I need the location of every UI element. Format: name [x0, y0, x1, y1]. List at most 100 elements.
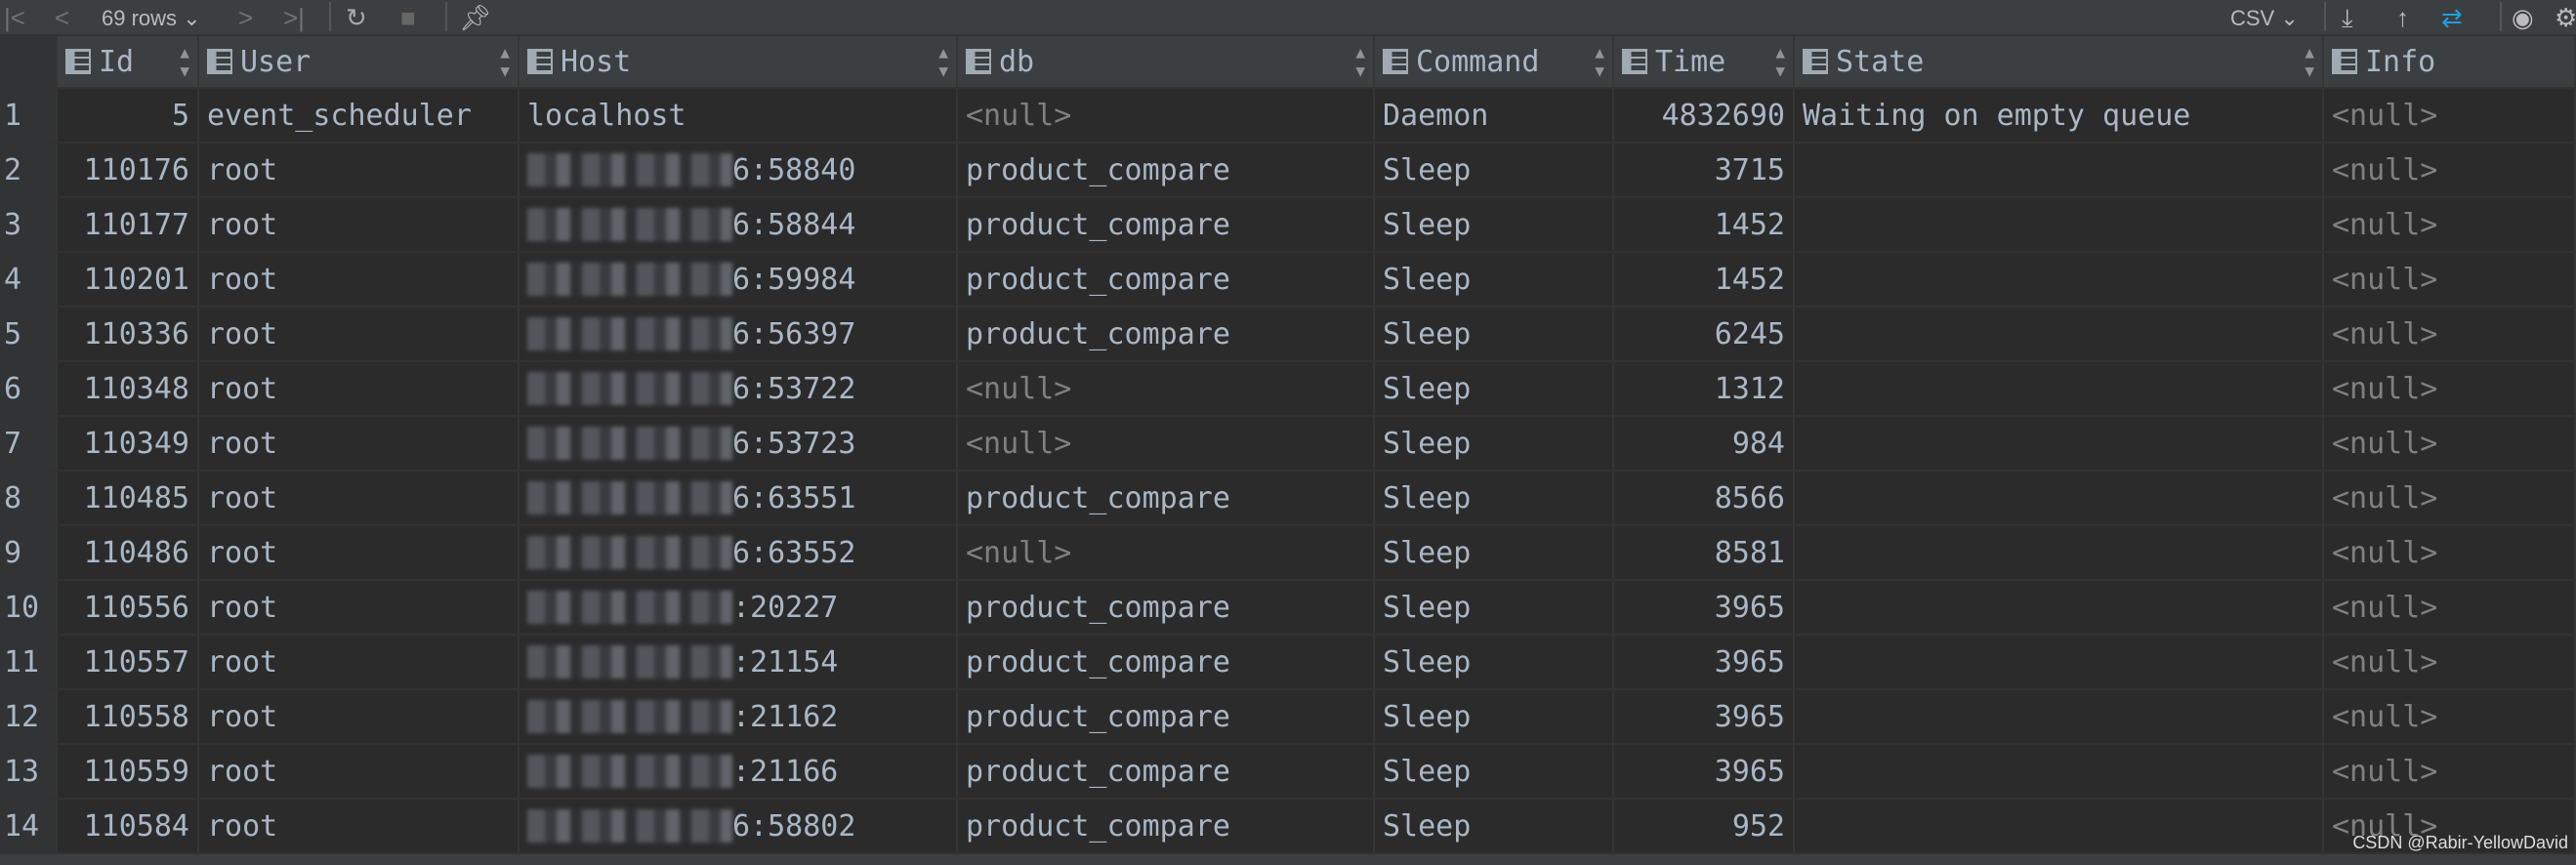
sort-icon[interactable]: ▲ ▼ [1595, 43, 1604, 80]
table-cell[interactable]: :21154 [519, 636, 958, 688]
table-cell[interactable]: root [199, 362, 519, 415]
table-cell[interactable]: 110556 [58, 581, 199, 634]
table-cell[interactable]: product_compare [958, 308, 1375, 360]
table-cell[interactable]: 6:63552 [519, 526, 958, 579]
prev-page-icon[interactable]: < [55, 0, 69, 36]
table-cell[interactable]: root [199, 144, 519, 196]
table-cell[interactable]: root [199, 308, 519, 360]
table-cell[interactable]: <null> [958, 362, 1375, 415]
table-cell[interactable]: product_compare [958, 253, 1375, 306]
table-row[interactable]: 14 110584 root 6:58802 product_compare Sleep 9… [0, 800, 2576, 854]
table-cell[interactable] [1795, 636, 2324, 688]
table-cell[interactable]: 6:58844 [519, 198, 958, 251]
pin-icon[interactable]: 📌︎ [459, 0, 491, 36]
table-cell[interactable]: 6:59984 [519, 253, 958, 306]
table-cell[interactable]: 6:58840 [519, 144, 958, 196]
table-cell[interactable]: 6:63551 [519, 472, 958, 524]
table-cell[interactable]: <null> [2324, 636, 2576, 688]
table-cell[interactable]: <null> [2324, 308, 2576, 360]
table-cell[interactable]: Sleep [1375, 417, 1614, 470]
view-icon[interactable]: ◉ [2512, 0, 2534, 36]
table-cell[interactable]: 984 [1614, 417, 1795, 470]
table-cell[interactable]: 110557 [58, 636, 199, 688]
table-cell[interactable] [1795, 253, 2324, 306]
table-cell[interactable]: 110558 [58, 690, 199, 743]
table-cell[interactable]: 110336 [58, 308, 199, 360]
table-row[interactable]: 9 110486 root 6:63552 <null> Sleep 8581 <null> [0, 526, 2576, 581]
table-cell[interactable]: Sleep [1375, 198, 1614, 251]
table-cell[interactable]: <null> [2324, 472, 2576, 524]
table-cell[interactable]: Sleep [1375, 144, 1614, 196]
table-cell[interactable]: <null> [2324, 526, 2576, 579]
table-cell[interactable]: Sleep [1375, 526, 1614, 579]
table-cell[interactable]: 952 [1614, 800, 1795, 852]
table-cell[interactable]: root [199, 800, 519, 852]
table-cell[interactable]: <null> [2324, 690, 2576, 743]
table-cell[interactable]: 110485 [58, 472, 199, 524]
table-cell[interactable] [1795, 690, 2324, 743]
table-row[interactable]: 8 110485 root 6:63551 product_compare Sleep 85… [0, 472, 2576, 526]
column-header-host[interactable]: Host ▲ ▼ [519, 36, 958, 87]
table-cell[interactable]: <null> [2324, 362, 2576, 415]
column-header-command[interactable]: Command ▲ ▼ [1375, 36, 1614, 87]
compare-icon[interactable]: ⇄ [2441, 0, 2463, 36]
table-cell[interactable]: Sleep [1375, 745, 1614, 798]
table-cell[interactable]: <null> [2324, 253, 2576, 306]
upload-icon[interactable]: ↑ [2396, 0, 2409, 36]
stop-icon[interactable]: ■ [400, 0, 416, 36]
table-cell[interactable]: 6:58802 [519, 800, 958, 852]
table-cell[interactable] [1795, 417, 2324, 470]
table-cell[interactable]: <null> [2324, 89, 2576, 142]
table-cell[interactable]: 110348 [58, 362, 199, 415]
table-cell[interactable]: <null> [958, 417, 1375, 470]
table-cell[interactable]: 110201 [58, 253, 199, 306]
table-row[interactable]: 5 110336 root 6:56397 product_compare Sleep 62… [0, 308, 2576, 362]
table-cell[interactable]: 6:53722 [519, 362, 958, 415]
table-cell[interactable]: 6:56397 [519, 308, 958, 360]
table-cell[interactable]: 3715 [1614, 144, 1795, 196]
sort-icon[interactable]: ▲ ▼ [1355, 43, 1365, 80]
table-cell[interactable]: 1312 [1614, 362, 1795, 415]
column-header-info[interactable]: Info [2324, 36, 2576, 87]
table-cell[interactable]: Waiting on empty queue [1795, 89, 2324, 142]
table-cell[interactable]: Sleep [1375, 253, 1614, 306]
table-cell[interactable]: product_compare [958, 198, 1375, 251]
table-cell[interactable]: 5 [58, 89, 199, 142]
table-cell[interactable] [1795, 362, 2324, 415]
table-row[interactable]: 13 110559 root:21166 product_compare Sleep 39… [0, 745, 2576, 800]
column-header-id[interactable]: Id ▲ ▼ [58, 36, 199, 87]
table-cell[interactable]: product_compare [958, 745, 1375, 798]
table-cell[interactable]: :21166 [519, 745, 958, 798]
table-cell[interactable] [1795, 526, 2324, 579]
table-cell[interactable]: Sleep [1375, 800, 1614, 852]
table-cell[interactable]: 110177 [58, 198, 199, 251]
column-header-user[interactable]: User ▲ ▼ [199, 36, 519, 87]
sort-icon[interactable]: ▲ ▼ [1775, 43, 1785, 80]
table-row[interactable]: 10 110556 root:20227 product_compare Sleep 39… [0, 581, 2576, 636]
table-cell[interactable]: root [199, 745, 519, 798]
column-header-state[interactable]: State ▲ ▼ [1795, 36, 2324, 87]
table-cell[interactable]: 6:53723 [519, 417, 958, 470]
table-cell[interactable]: Sleep [1375, 636, 1614, 688]
table-cell[interactable]: event_scheduler [199, 89, 519, 142]
table-cell[interactable]: product_compare [958, 581, 1375, 634]
table-cell[interactable]: root [199, 472, 519, 524]
table-cell[interactable]: Sleep [1375, 690, 1614, 743]
refresh-icon[interactable]: ↻ [346, 0, 367, 36]
sort-icon[interactable]: ▲ ▼ [938, 43, 948, 80]
column-header-db[interactable]: db ▲ ▼ [958, 36, 1375, 87]
table-cell[interactable]: 110584 [58, 800, 199, 852]
next-page-icon[interactable]: > [238, 0, 253, 36]
table-row[interactable]: 6 110348 root 6:53722 <null> Sleep 1312 <null> [0, 362, 2576, 417]
table-cell[interactable]: <null> [958, 89, 1375, 142]
table-cell[interactable]: :21162 [519, 690, 958, 743]
table-cell[interactable]: <null> [2324, 198, 2576, 251]
table-cell[interactable]: 4832690 [1614, 89, 1795, 142]
table-cell[interactable] [1795, 472, 2324, 524]
sort-icon[interactable]: ▲ ▼ [180, 43, 189, 80]
table-row[interactable]: 11 110557 root:21154 product_compare Sleep 39… [0, 636, 2576, 690]
table-cell[interactable] [1795, 581, 2324, 634]
table-cell[interactable]: Daemon [1375, 89, 1614, 142]
table-cell[interactable]: 110176 [58, 144, 199, 196]
table-cell[interactable]: root [199, 581, 519, 634]
